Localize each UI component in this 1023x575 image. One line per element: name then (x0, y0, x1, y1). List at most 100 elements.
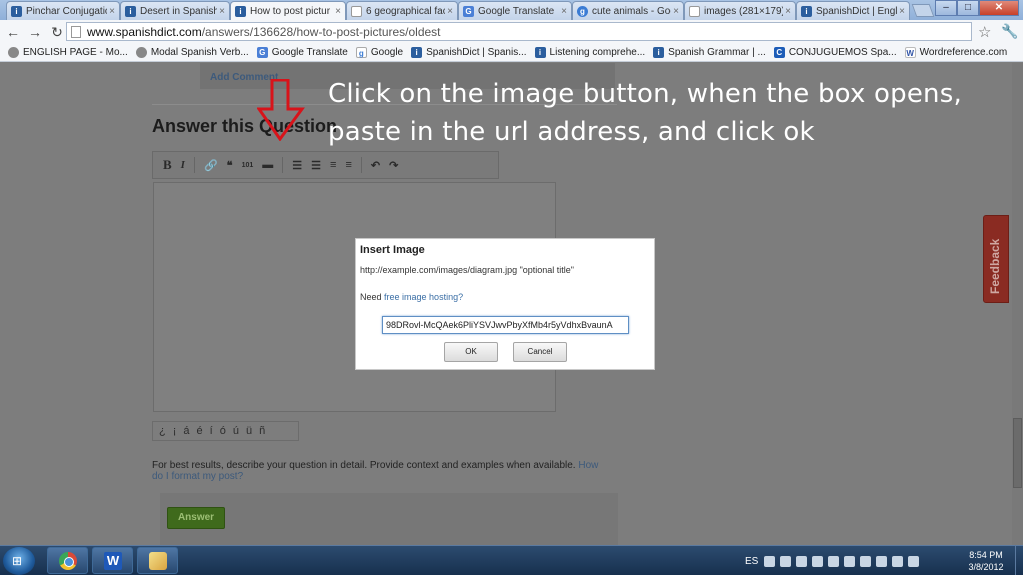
close-icon[interactable]: × (899, 6, 905, 17)
tab-pinchar-conjugation[interactable]: i Pinchar Conjugatio × (6, 1, 120, 20)
bullet-list-icon[interactable]: ☰ (311, 159, 321, 172)
red-arrow-icon (257, 79, 305, 141)
scrollbar-thumb[interactable] (1013, 418, 1022, 488)
answer-heading: Answer this Question (152, 116, 338, 136)
spanishdict-icon: i (235, 5, 246, 17)
heading-icon[interactable]: ≡ (330, 159, 336, 171)
tray-app-icon[interactable] (844, 555, 856, 567)
tab-desert-in-spanish[interactable]: i Desert in Spanish | × (120, 1, 230, 20)
forward-icon[interactable]: → (26, 23, 44, 41)
dialog-hosting-hint: Need free image hosting? (360, 292, 463, 302)
taskbar-chrome[interactable] (47, 547, 88, 574)
bookmark-english-page[interactable]: ENGLISH PAGE - Mo... (8, 46, 128, 58)
link-icon[interactable]: 🔗 (204, 159, 218, 172)
tab-cute-animals[interactable]: g cute animals - Goo × (572, 1, 684, 20)
reload-icon[interactable]: ↻ (48, 23, 66, 41)
answer-button[interactable]: Answer (167, 507, 225, 529)
italic-button[interactable]: I (181, 159, 185, 171)
image-url-input[interactable]: 98DRovl-McQAek6PliYSVJwvPbyXfMb4r5yVdhxB… (382, 316, 629, 334)
url-path: /answers/136628/how-to-post-pictures/old… (201, 24, 441, 39)
close-icon[interactable]: × (447, 6, 453, 17)
show-desktop-button[interactable] (1015, 546, 1023, 575)
close-icon[interactable]: × (561, 6, 567, 17)
blockquote-button[interactable]: ❝ (227, 159, 233, 172)
accent-char-button[interactable]: í (210, 425, 213, 437)
tray-app-icon[interactable] (828, 555, 840, 567)
bookmark-spanishdict[interactable]: i SpanishDict | Spanis... (411, 46, 527, 58)
accent-char-button[interactable]: ñ (259, 425, 265, 437)
taskbar-paint[interactable] (137, 547, 178, 574)
google-icon: g (355, 46, 367, 58)
accent-char-button[interactable]: ¡ (173, 425, 177, 437)
url-text: www.spanishdict.com/answers/136628/how-t… (87, 25, 441, 39)
tab-google-translate[interactable]: G Google Translate × (458, 1, 572, 20)
tab-label: Desert in Spanish | (140, 5, 218, 17)
wrench-icon[interactable]: 🔧 (1001, 23, 1018, 40)
language-indicator[interactable]: ES (745, 556, 758, 567)
tray-app-icon[interactable] (812, 555, 824, 567)
close-icon[interactable]: × (109, 6, 115, 17)
tray-app-icon[interactable] (908, 555, 920, 567)
accent-char-button[interactable]: ú (233, 425, 239, 437)
close-icon[interactable]: × (335, 6, 341, 17)
address-bar[interactable]: www.spanishdict.com/answers/136628/how-t… (66, 22, 972, 41)
page-scrollbar[interactable] (1012, 63, 1023, 545)
feedback-tab[interactable]: Feedback (983, 215, 1009, 303)
ok-button[interactable]: OK (444, 342, 498, 362)
close-icon[interactable]: × (785, 6, 791, 17)
editor-toolbar: B I 🔗 ❝ 101 ▬ ☰ ☰ ≡ ≡ ↶ ↷ (152, 151, 499, 179)
code-button[interactable]: 101 (242, 162, 254, 169)
accent-char-button[interactable]: á (183, 425, 189, 437)
bookmark-modal-spanish-verbs[interactable]: Modal Spanish Verb... (135, 46, 249, 58)
dialog-title: Insert Image (360, 244, 425, 256)
close-icon[interactable]: × (219, 6, 225, 17)
tab-how-to-post-pictures[interactable]: i How to post pictur × (230, 1, 346, 20)
annotation-line-2: paste in the url address, and click ok (328, 117, 815, 147)
horizontal-rule-icon[interactable]: ≡ (345, 159, 351, 171)
volume-icon[interactable] (892, 555, 904, 567)
tab-images[interactable]: images (281×179) × (684, 1, 796, 20)
free-image-hosting-link[interactable]: free image hosting? (384, 292, 463, 302)
tray-app-icon[interactable] (796, 555, 808, 567)
tab-spanishdict-english[interactable]: i SpanishDict | Englis × (796, 1, 910, 20)
bold-button[interactable]: B (163, 157, 172, 173)
paint-icon (149, 552, 167, 570)
wordreference-icon: W (904, 46, 916, 58)
back-icon[interactable]: ← (4, 23, 22, 41)
ordered-list-icon[interactable]: ☰ (292, 159, 302, 172)
keyboard-icon[interactable] (780, 555, 792, 567)
undo-icon[interactable]: ↶ (371, 159, 380, 172)
bookmark-conjuguemos[interactable]: C CONJUGUEMOS Spa... (773, 46, 897, 58)
bookmark-wordreference[interactable]: W Wordreference.com (904, 46, 1007, 58)
taskbar-word[interactable]: W (92, 547, 133, 574)
new-tab-button[interactable] (911, 4, 935, 17)
accent-char-button[interactable]: ¿ (159, 425, 166, 437)
spanishdict-icon: i (653, 46, 665, 58)
close-icon[interactable]: × (673, 6, 679, 17)
accent-char-button[interactable]: ó (220, 425, 226, 437)
globe-icon (135, 46, 147, 58)
flag-icon[interactable] (860, 555, 872, 567)
bookmark-google-translate[interactable]: G Google Translate (256, 46, 348, 58)
bookmark-star-icon[interactable]: ☆ (978, 23, 991, 41)
help-icon[interactable] (764, 555, 776, 567)
accent-char-button[interactable]: é (197, 425, 203, 437)
bookmark-google[interactable]: g Google (355, 46, 403, 58)
cancel-button[interactable]: Cancel (513, 342, 567, 362)
redo-icon[interactable]: ↷ (389, 159, 398, 172)
tab-label: How to post pictur (250, 5, 331, 17)
image-icon[interactable]: ▬ (262, 159, 273, 171)
bookmark-listening-comprehension[interactable]: i Listening comprehe... (534, 46, 645, 58)
accent-char-button[interactable]: ü (246, 425, 252, 437)
windows-logo-icon: ⊞ (12, 554, 23, 568)
close-window-icon[interactable]: ✕ (979, 0, 1019, 16)
bookmark-spanish-grammar[interactable]: i Spanish Grammar | ... (653, 46, 766, 58)
taskbar-clock[interactable]: 8:54 PM 3/8/2012 (961, 549, 1011, 573)
minimize-icon[interactable]: – (935, 0, 957, 16)
maximize-icon[interactable]: □ (957, 0, 979, 16)
network-icon[interactable] (876, 555, 888, 567)
google-translate-icon: G (463, 5, 474, 17)
toolbar-separator (360, 157, 362, 173)
start-button[interactable]: ⊞ (3, 547, 35, 575)
tab-geographical-facts[interactable]: 6 geographical fact × (346, 1, 458, 20)
